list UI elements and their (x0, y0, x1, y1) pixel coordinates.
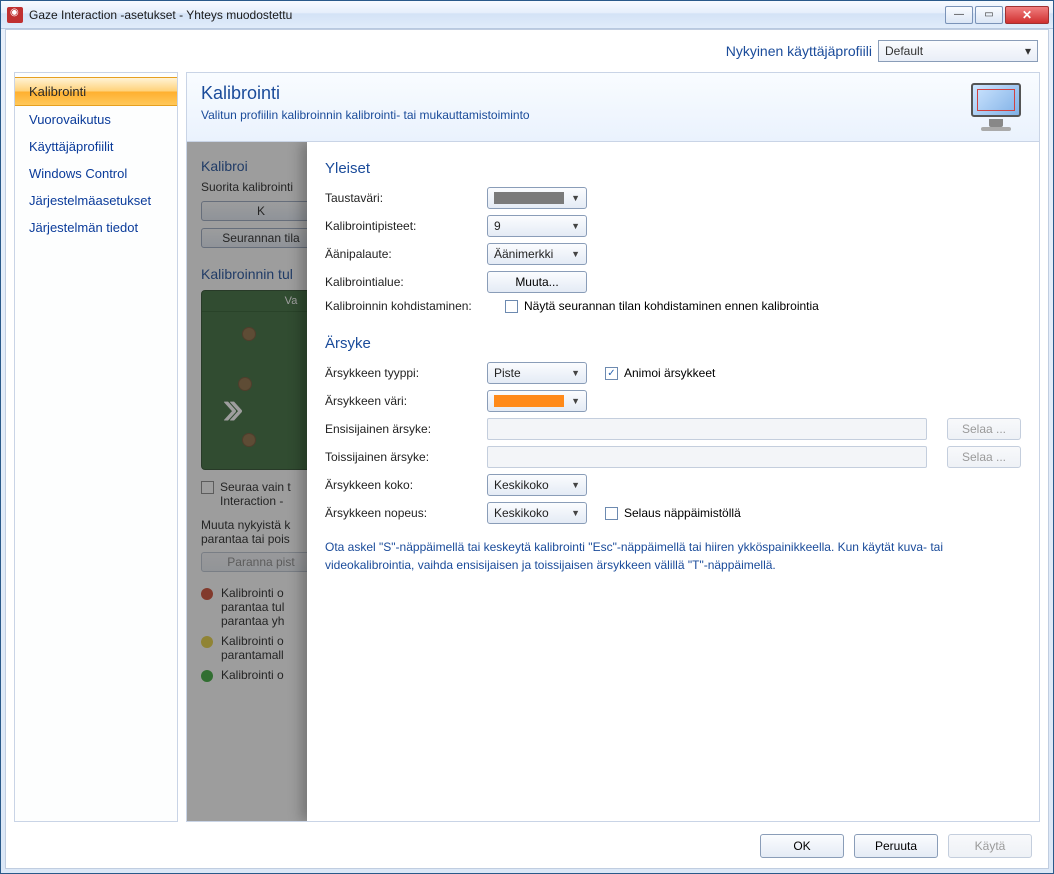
label-ensisijainen: Ensisijainen ärsyke: (325, 422, 477, 436)
main-area: Kalibrointi Vuorovaikutus Käyttäjäprofii… (14, 72, 1040, 822)
profile-selected: Default (885, 44, 923, 58)
sidebar-item-jarjestelmaasetukset[interactable]: Järjestelmäasetukset (15, 187, 177, 214)
button-selaa-2: Selaa ... (947, 446, 1021, 468)
close-button[interactable]: ✕ (1005, 6, 1049, 24)
label-arsykkeen-vari: Ärsykkeen väri: (325, 394, 477, 408)
input-toissijainen (487, 446, 927, 468)
input-ensisijainen (487, 418, 927, 440)
checkbox-animoi[interactable]: ✓ Animoi ärsykkeet (605, 366, 715, 380)
page-title: Kalibrointi (201, 83, 530, 104)
dialog-footer: OK Peruuta Käytä (14, 828, 1040, 860)
client-area: Nykyinen käyttäjäprofiili Default ▾ Kali… (5, 29, 1049, 869)
profile-bar: Nykyinen käyttäjäprofiili Default ▾ (14, 36, 1040, 66)
settings-overlay: Yleiset Taustaväri: ▼ Kalibrointipisteet… (307, 142, 1039, 821)
page-subtitle: Valitun profiilin kalibroinnin kalibroin… (201, 108, 530, 122)
profile-label: Nykyinen käyttäjäprofiili (726, 43, 872, 59)
sidebar: Kalibrointi Vuorovaikutus Käyttäjäprofii… (14, 72, 178, 822)
sidebar-item-kayttajaprofiilit[interactable]: Käyttäjäprofiilit (15, 133, 177, 160)
label-kalibrointipisteet: Kalibrointipisteet: (325, 219, 477, 233)
dimmer-overlay (187, 142, 307, 821)
monitor-icon (967, 83, 1025, 131)
label-kohdistaminen: Kalibroinnin kohdistaminen: (325, 299, 495, 313)
label-arsykkeen-tyyppi: Ärsykkeen tyyppi: (325, 366, 477, 380)
select-arsykkeen-nopeus[interactable]: Keskikoko▼ (487, 502, 587, 524)
profile-select[interactable]: Default ▾ (878, 40, 1038, 62)
checkbox-kohdistaminen[interactable]: Näytä seurannan tilan kohdistaminen enne… (505, 299, 819, 313)
select-taustavari[interactable]: ▼ (487, 187, 587, 209)
label-kalibrointialue: Kalibrointialue: (325, 275, 477, 289)
content-header: Kalibrointi Valitun profiilin kalibroinn… (187, 73, 1039, 142)
label-taustavari: Taustaväri: (325, 191, 477, 205)
section-title-yleiset: Yleiset (325, 160, 1021, 177)
minimize-button[interactable]: — (945, 6, 973, 24)
sidebar-item-vuorovaikutus[interactable]: Vuorovaikutus (15, 106, 177, 133)
window-title: Gaze Interaction -asetukset - Yhteys muo… (29, 8, 292, 22)
titlebar: Gaze Interaction -asetukset - Yhteys muo… (1, 1, 1053, 29)
select-arsykkeen-vari[interactable]: ▼ (487, 390, 587, 412)
apply-button: Käytä (948, 834, 1032, 858)
app-icon (7, 7, 23, 23)
select-arsykkeen-tyyppi[interactable]: Piste▼ (487, 362, 587, 384)
button-muuta[interactable]: Muuta... (487, 271, 587, 293)
section-title-arsyke: Ärsyke (325, 335, 1021, 352)
app-window: Gaze Interaction -asetukset - Yhteys muo… (0, 0, 1054, 874)
button-selaa-1: Selaa ... (947, 418, 1021, 440)
sidebar-item-kalibrointi[interactable]: Kalibrointi (15, 77, 177, 106)
label-arsykkeen-nopeus: Ärsykkeen nopeus: (325, 506, 477, 520)
checkbox-selaus-nappaimistolla[interactable]: Selaus näppäimistöllä (605, 506, 741, 520)
select-kalibrointipisteet[interactable]: 9▼ (487, 215, 587, 237)
label-arsykkeen-koko: Ärsykkeen koko: (325, 478, 477, 492)
cancel-button[interactable]: Peruuta (854, 834, 938, 858)
label-aanipalaute: Äänipalaute: (325, 247, 477, 261)
help-text: Ota askel "S"-näppäimellä tai keskeytä k… (325, 538, 1021, 574)
select-aanipalaute[interactable]: Äänimerkki▼ (487, 243, 587, 265)
sidebar-item-jarjestelman-tiedot[interactable]: Järjestelmän tiedot (15, 214, 177, 241)
select-arsykkeen-koko[interactable]: Keskikoko▼ (487, 474, 587, 496)
maximize-button[interactable]: ▭ (975, 6, 1003, 24)
content-body: Kalibroi Suorita kalibrointi K Seurannan… (187, 142, 1039, 821)
content-panel: Kalibrointi Valitun profiilin kalibroinn… (186, 72, 1040, 822)
sidebar-item-windows-control[interactable]: Windows Control (15, 160, 177, 187)
ok-button[interactable]: OK (760, 834, 844, 858)
label-toissijainen: Toissijainen ärsyke: (325, 450, 477, 464)
chevron-down-icon: ▾ (1025, 44, 1031, 58)
